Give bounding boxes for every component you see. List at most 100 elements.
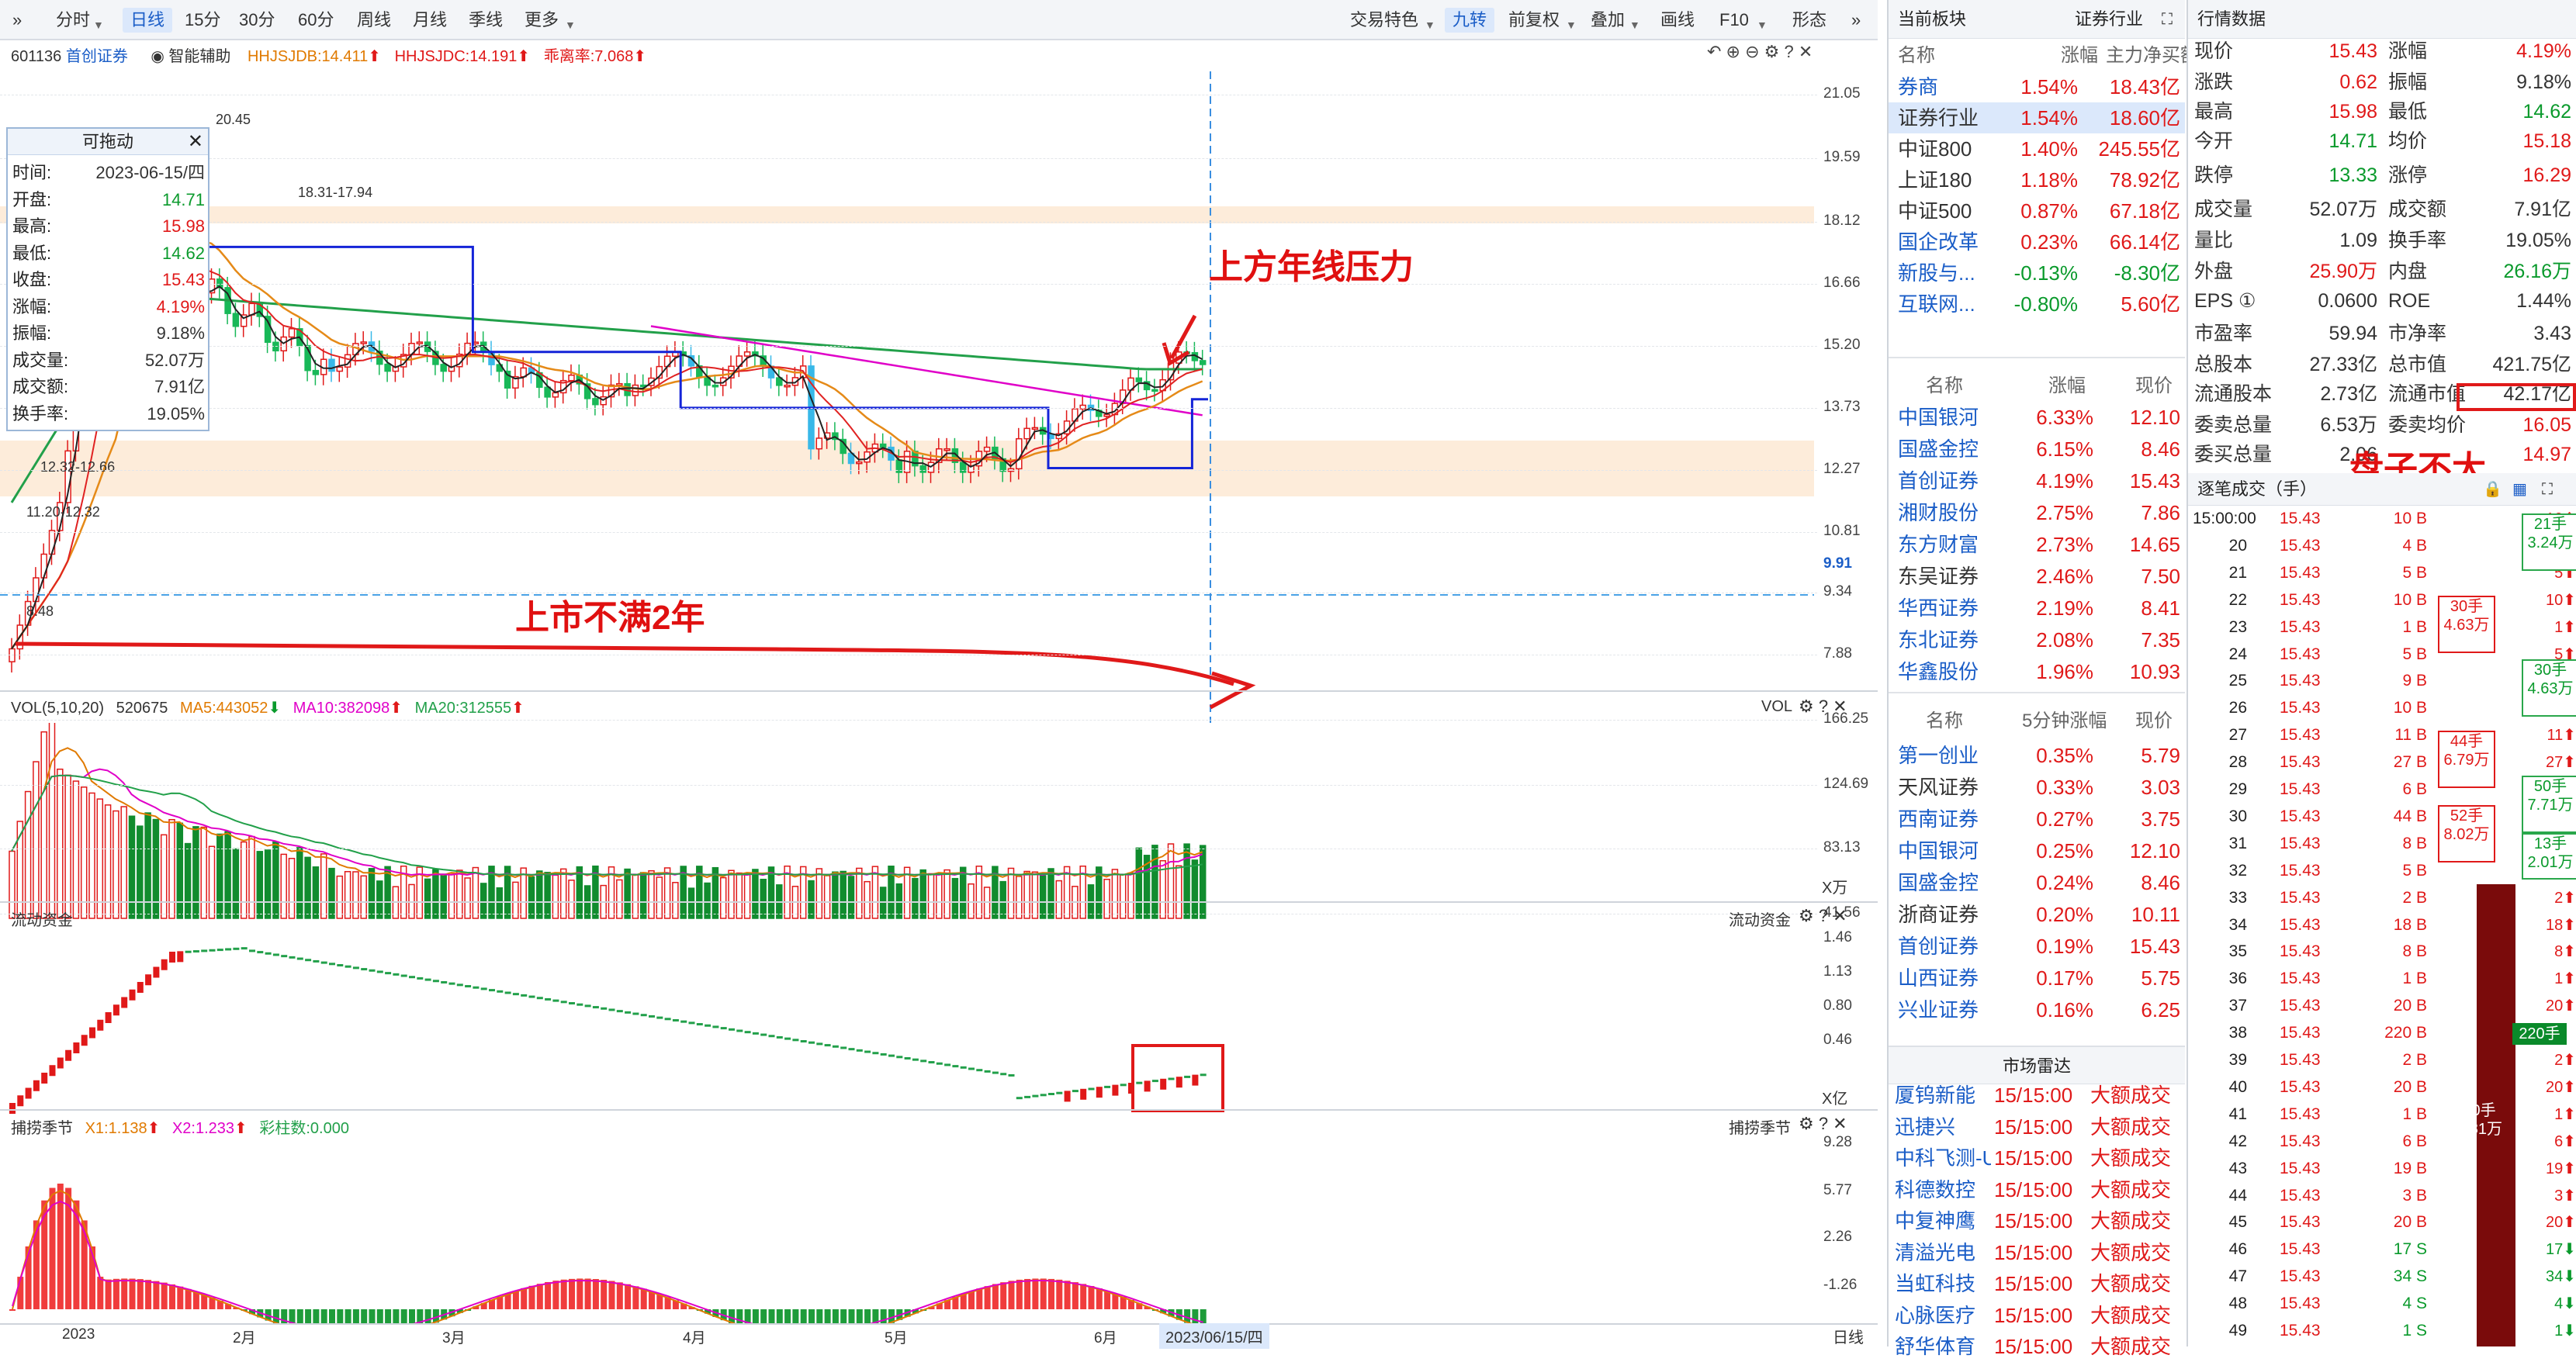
flow-step[interactable] <box>912 1058 919 1061</box>
kline-chart-area[interactable]: 601136 首创证券 ◉ 智能辅助 HHJSJDB:14.411⬆ HHJSJ… <box>0 40 1878 1349</box>
data-popup[interactable]: 可拖动 ✕ 时间: 2023-06-15/四 开盘: 14.71 最高: 15.98 最低:… <box>6 127 209 431</box>
volume-bar[interactable] <box>184 842 192 919</box>
assist-icon[interactable]: ◉ <box>151 48 164 65</box>
season-bar[interactable] <box>129 1278 136 1309</box>
flow-step[interactable] <box>784 1037 791 1040</box>
season-bar[interactable] <box>608 1281 615 1309</box>
flow-step[interactable] <box>960 1066 967 1069</box>
volume-bar[interactable] <box>1039 875 1047 919</box>
volume-bar[interactable] <box>216 833 223 919</box>
flow-step[interactable] <box>305 959 312 962</box>
flow-step[interactable] <box>192 950 199 953</box>
radar-row[interactable]: 中科飞测-U 15/15:00 大额成交 <box>1889 1142 2185 1174</box>
flow-step[interactable] <box>1144 1080 1151 1092</box>
volume-bar[interactable] <box>864 880 871 919</box>
candle[interactable] <box>240 304 248 337</box>
flow-step[interactable] <box>528 995 535 998</box>
season-bar[interactable] <box>776 1309 783 1325</box>
flow-step[interactable] <box>720 1027 727 1030</box>
volume-bar[interactable] <box>304 856 311 919</box>
flow-step[interactable] <box>432 980 439 983</box>
flow-step[interactable] <box>984 1070 991 1073</box>
flow-step[interactable] <box>1192 1074 1199 1086</box>
flow-step[interactable] <box>512 993 519 996</box>
period-tab-week[interactable]: 周线 <box>349 8 399 33</box>
radar-row[interactable]: 迅捷兴 15/15:00 大额成交 <box>1889 1111 2185 1142</box>
season-bar[interactable] <box>856 1309 863 1325</box>
grid-icon[interactable]: ▦ <box>2512 473 2527 506</box>
season-bar[interactable] <box>393 1309 400 1325</box>
close-icon[interactable]: ✕ <box>188 130 203 153</box>
candle[interactable] <box>528 357 535 384</box>
volume-bar[interactable] <box>192 826 199 919</box>
candle[interactable] <box>552 382 559 408</box>
period-tab-60m[interactable]: 60分 <box>290 8 341 33</box>
radar-row[interactable]: 厦钨新能 15/15:00 大额成交 <box>1889 1080 2185 1111</box>
flow-step[interactable] <box>776 1035 783 1039</box>
flow-step[interactable] <box>729 1028 735 1031</box>
sector-name[interactable]: 中证500 <box>1898 195 1972 226</box>
rank-row[interactable]: 东吴证券 2.46% 7.50 <box>1889 561 2185 592</box>
volume-bar[interactable] <box>648 869 655 919</box>
flow-step[interactable] <box>768 1035 775 1038</box>
flow-step[interactable] <box>736 1029 743 1032</box>
flow-step[interactable] <box>169 952 175 963</box>
flow-step[interactable] <box>1120 1084 1127 1087</box>
flow-step[interactable] <box>296 957 303 960</box>
candle[interactable] <box>704 366 711 396</box>
season-bar[interactable] <box>1024 1278 1031 1309</box>
radar-stock-name[interactable]: 舒华体育 <box>1895 1331 1991 1362</box>
flow-step[interactable] <box>744 1031 751 1034</box>
volume-bar[interactable] <box>847 876 855 919</box>
volume-bar[interactable] <box>1055 880 1063 919</box>
candle[interactable] <box>464 332 471 365</box>
flow-step[interactable] <box>89 1027 95 1039</box>
flow-step[interactable] <box>848 1048 855 1051</box>
flow-step[interactable] <box>952 1065 959 1068</box>
season-chart[interactable] <box>0 1139 1817 1325</box>
flow-step[interactable] <box>161 959 168 970</box>
volume-bar[interactable] <box>336 875 344 919</box>
flow-step[interactable] <box>57 1057 64 1069</box>
col-header-name[interactable]: 名称 <box>1926 371 1963 402</box>
season-bar[interactable] <box>1192 1309 1199 1325</box>
candle[interactable] <box>832 422 839 451</box>
volume-bar[interactable] <box>1151 845 1158 919</box>
flow-step[interactable] <box>880 1053 887 1056</box>
season-bar[interactable] <box>329 1309 335 1325</box>
season-bar[interactable] <box>281 1309 288 1325</box>
flow-step[interactable] <box>569 1002 575 1004</box>
radar-stock-name[interactable]: 厦钨新能 <box>1895 1080 1991 1111</box>
flow-step[interactable] <box>1104 1085 1111 1088</box>
sector-row[interactable]: 中证800 1.40% 245.55亿 <box>1889 133 2185 164</box>
sector-row[interactable]: 互联网... -0.80% 5.60亿 <box>1889 289 2185 320</box>
flow-step[interactable] <box>1024 1095 1031 1098</box>
radar-row[interactable]: 清溢光电 15/15:00 大额成交 <box>1889 1237 2185 1268</box>
volume-bar[interactable] <box>752 869 759 919</box>
trade-feature-dropdown[interactable]: 交易特色 <box>1342 8 1426 33</box>
rank-row[interactable]: 东北证券 2.08% 7.35 <box>1889 624 2185 655</box>
dropdown-arrow-icon[interactable]: ▼ <box>557 12 583 37</box>
sector-name[interactable]: 中证800 <box>1898 133 1972 164</box>
season-bar[interactable] <box>592 1279 599 1309</box>
season-bar[interactable] <box>361 1309 368 1325</box>
volume-bar[interactable] <box>719 876 727 919</box>
radar-row[interactable]: 舒华体育 15/15:00 大额成交 <box>1889 1331 2185 1362</box>
dropdown-arrow-icon[interactable]: ▼ <box>1622 12 1648 37</box>
flow-step[interactable] <box>1175 1077 1182 1088</box>
radar-row[interactable]: 心脉医疗 15/15:00 大额成交 <box>1889 1300 2185 1331</box>
rank-row[interactable]: 华西证券 2.19% 8.41 <box>1889 593 2185 624</box>
rank-row[interactable]: 首创证券 4.19% 15.43 <box>1889 465 2185 496</box>
flow-step[interactable] <box>688 1021 695 1025</box>
flow-step[interactable] <box>1064 1091 1071 1102</box>
volume-bar[interactable] <box>128 815 136 919</box>
volume-bar[interactable] <box>568 880 575 919</box>
radar-stock-name[interactable]: 心脉医疗 <box>1895 1300 1991 1331</box>
season-bar[interactable] <box>409 1309 415 1325</box>
flow-step[interactable] <box>257 951 264 954</box>
flow-step[interactable] <box>65 1049 72 1061</box>
flow-step[interactable] <box>672 1018 679 1021</box>
candle[interactable] <box>1055 423 1063 450</box>
flow-chart[interactable] <box>0 932 1817 1146</box>
volume-bar[interactable] <box>1016 876 1023 919</box>
